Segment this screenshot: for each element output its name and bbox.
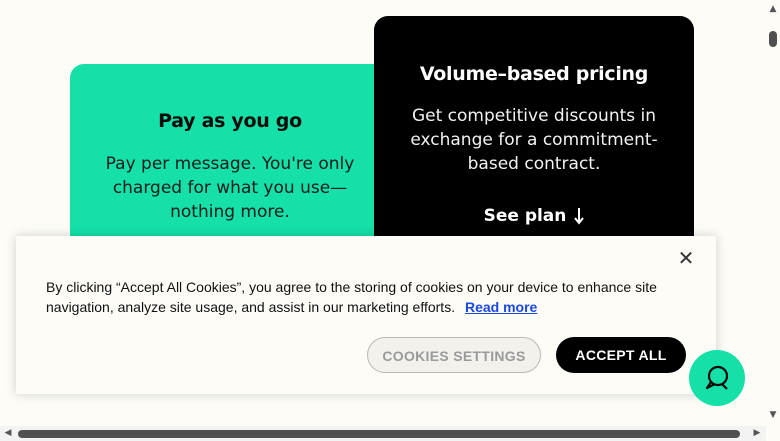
card-title: Pay as you go (158, 110, 302, 132)
accept-all-button[interactable]: ACCEPT ALL (556, 337, 686, 373)
pay-as-you-go-card: Pay as you go Pay per message. You're on… (70, 64, 390, 264)
see-plan-link[interactable]: See plan (374, 206, 694, 230)
horizontal-scroll-thumb[interactable] (18, 430, 740, 438)
close-icon[interactable]: ✕ (676, 248, 696, 268)
vertical-scroll-thumb[interactable] (769, 31, 777, 47)
scroll-down-icon[interactable]: ▼ (768, 410, 778, 420)
vertical-scrollbar[interactable] (766, 26, 780, 429)
chat-bubbles-icon (705, 365, 729, 390)
cookie-consent-banner: ✕ By clicking “Accept All Cookies”, you … (16, 236, 716, 394)
chat-launcher-button[interactable] (689, 350, 745, 406)
scroll-left-icon[interactable]: ◀ (3, 428, 13, 438)
arrow-down-icon (574, 207, 585, 230)
cookie-message: By clicking “Accept All Cookies”, you ag… (46, 279, 657, 315)
card-description: Pay per message. You're only charged for… (105, 154, 355, 222)
card-description: Get competitive discounts in exchange fo… (410, 106, 658, 174)
read-more-link[interactable]: Read more (465, 299, 537, 315)
cookies-settings-button[interactable]: COOKIES SETTINGS (367, 337, 541, 373)
cookie-consent-text: By clicking “Accept All Cookies”, you ag… (46, 277, 676, 317)
card-title: Volume–based pricing (419, 63, 649, 85)
scroll-up-icon[interactable]: ▲ (768, 4, 778, 14)
scroll-right-icon[interactable]: ▶ (752, 428, 762, 438)
see-plan-label: See plan (483, 206, 567, 226)
volume-pricing-card: Volume–based pricing Get competitive dis… (374, 16, 694, 256)
